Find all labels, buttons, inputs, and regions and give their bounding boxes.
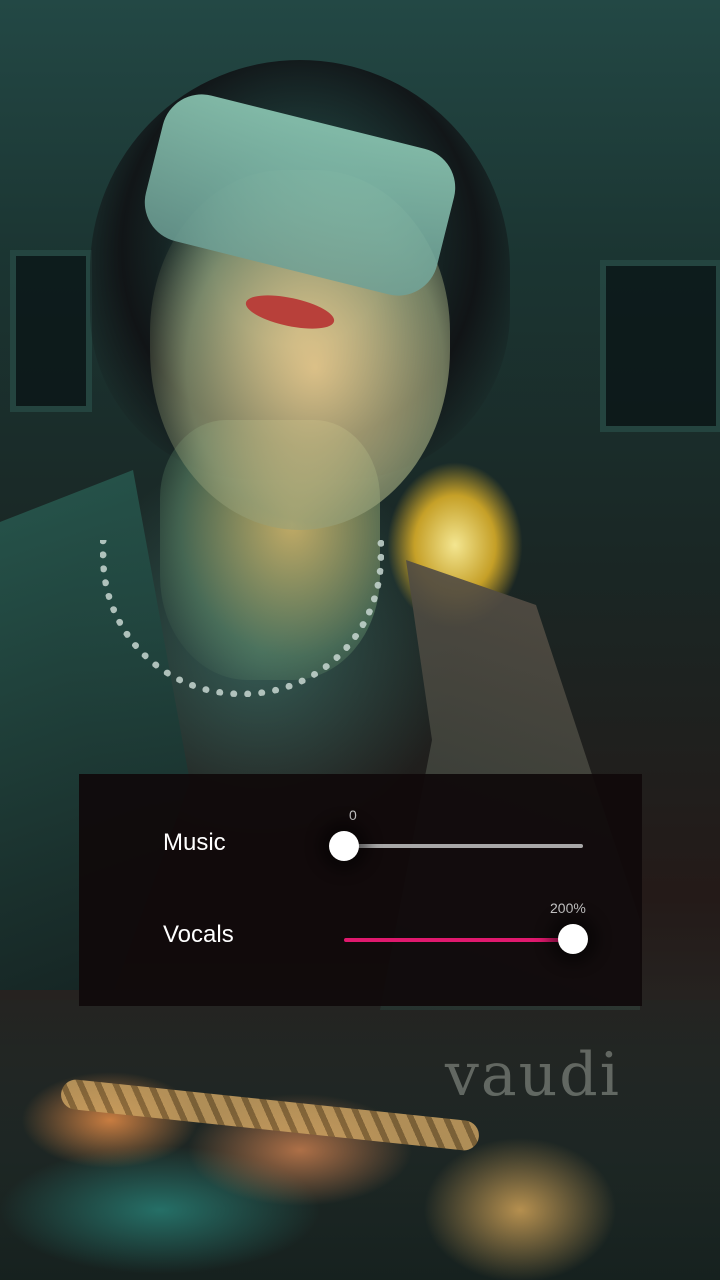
vocals-slider-thumb[interactable] bbox=[558, 924, 588, 954]
vocals-label: Vocals bbox=[163, 921, 234, 948]
watermark-text: vaudi bbox=[445, 1040, 621, 1110]
vocals-value-label: 200% bbox=[550, 900, 586, 916]
music-slider-track[interactable] bbox=[344, 844, 583, 848]
vocals-slider-track[interactable] bbox=[344, 938, 573, 942]
music-value-label: 0 bbox=[349, 807, 357, 823]
background-window bbox=[10, 250, 92, 412]
video-screen[interactable]: vaudi Music 0 Vocals 200% bbox=[0, 0, 720, 1280]
background-window bbox=[600, 260, 720, 432]
music-slider-thumb[interactable] bbox=[329, 831, 359, 861]
audio-mixer-panel: Music 0 Vocals 200% bbox=[79, 774, 642, 1006]
music-label: Music bbox=[163, 829, 226, 856]
